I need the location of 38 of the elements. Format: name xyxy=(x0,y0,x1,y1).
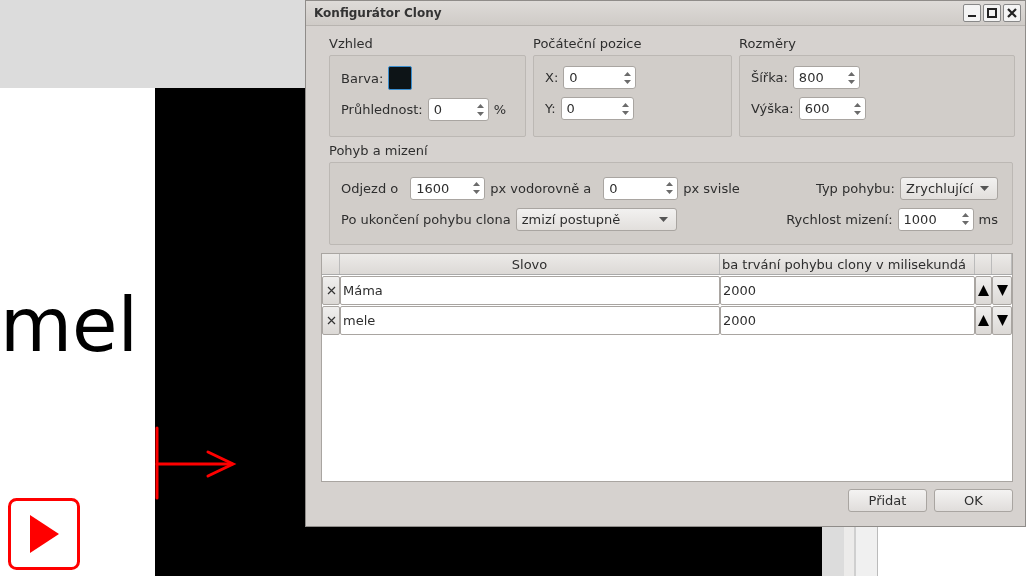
unit-label: ms xyxy=(978,211,998,227)
spin-box[interactable]: 600 xyxy=(798,97,866,120)
group-title: Pohyb a mizení xyxy=(329,143,428,158)
window-title: Konfigurátor Clony xyxy=(314,6,443,20)
word-cell[interactable]: Máma xyxy=(340,276,720,305)
spin-box[interactable]: 0 xyxy=(563,66,637,89)
duration-cell[interactable]: 2000 xyxy=(720,306,975,335)
field-label: Rychlost mizení: xyxy=(786,211,893,227)
field-label: Průhlednost: xyxy=(341,102,423,117)
spin-box[interactable]: 1000 xyxy=(897,207,974,231)
field-label: Odjezd o xyxy=(341,180,399,196)
dialog-button[interactable]: Přidat xyxy=(848,489,927,512)
after-motion-dropdown[interactable]: zmizí postupně xyxy=(515,207,677,231)
field-label: X: xyxy=(545,70,559,85)
field-label: Y: xyxy=(545,101,556,116)
column-header[interactable]: ba trvání pohybu clony v milisekundá xyxy=(722,256,966,272)
field-label: Šířka: xyxy=(751,70,788,85)
group-title: Rozměry xyxy=(739,36,796,51)
spin-box[interactable]: 0 xyxy=(560,97,634,120)
group-title: Počáteční pozice xyxy=(533,36,642,51)
group-title: Vzhled xyxy=(329,36,373,51)
column-header[interactable]: Slovo xyxy=(511,256,548,272)
spin-box[interactable]: 1600 xyxy=(410,176,486,200)
preview-word: mel xyxy=(0,288,139,362)
field-label: Barva: xyxy=(341,70,384,86)
motion-type-dropdown[interactable]: Zrychlující xyxy=(900,176,998,200)
spin-box[interactable]: 0 xyxy=(427,98,489,121)
field-label: px svisle xyxy=(683,180,740,196)
field-label: Typ pohybu: xyxy=(816,180,895,196)
spin-box[interactable]: 0 xyxy=(603,176,679,200)
field-label: Výška: xyxy=(751,101,794,116)
word-cell[interactable]: mele xyxy=(340,306,720,335)
field-label: Po ukončení pohybu clona xyxy=(341,211,511,227)
dialog-button[interactable]: OK xyxy=(934,489,1013,512)
duration-cell[interactable]: 2000 xyxy=(720,276,975,305)
unit-label: % xyxy=(493,102,507,117)
field-label: px vodorovně a xyxy=(490,180,592,196)
spin-box[interactable]: 800 xyxy=(792,66,860,89)
